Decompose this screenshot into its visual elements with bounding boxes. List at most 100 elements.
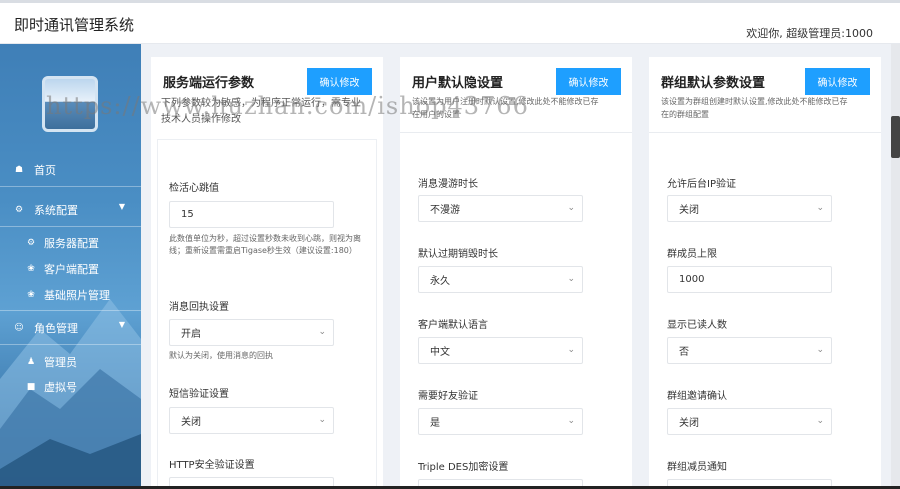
field-label: 检活心跳值 <box>169 183 219 194</box>
field-label: 群组减员通知 <box>667 462 727 473</box>
panel-title: 群组默认参数设置 <box>661 76 766 91</box>
field-label: 客户端默认语言 <box>418 320 488 331</box>
photo-config-icon: ❀ <box>27 290 35 300</box>
sidebar-item-label: 服务器配置 <box>44 237 99 250</box>
member-limit-input[interactable]: 1000 <box>667 266 832 293</box>
select-value: 开启 <box>181 329 201 340</box>
panel-description: 该设置为用户注册时默认设置,修改此处不能修改已存在用户的设置 <box>412 97 599 119</box>
roaming-select[interactable]: 不漫游 ⌄ <box>418 195 583 222</box>
sidebar-item-system-config[interactable]: ⚙ 系统配置 ▼ <box>0 198 141 222</box>
avatar <box>42 76 98 132</box>
heartbeat-input[interactable]: 15 <box>169 201 334 228</box>
gear-icon: ⚙ <box>14 205 24 215</box>
user-role-icon: ☺ <box>14 323 24 333</box>
scrollbar[interactable] <box>891 44 900 489</box>
scrollbar-thumb[interactable] <box>891 116 900 158</box>
select-value: 否 <box>679 347 689 358</box>
chevron-down-icon: ⌄ <box>567 203 575 213</box>
panel-header: 用户默认隐设置 确认修改 该设置为用户注册时默认设置,修改此处不能修改已存在用户… <box>400 57 632 133</box>
user-defaults-panel: 用户默认隐设置 确认修改 该设置为用户注册时默认设置,修改此处不能修改已存在用户… <box>400 57 632 489</box>
top-header: 即时通讯管理系统 欢迎你, 超级管理员:1000 <box>0 0 900 44</box>
sidebar-item-label: 客户端配置 <box>44 263 99 276</box>
caret-down-icon: ▼ <box>118 320 125 329</box>
lock-icon: ■ <box>26 382 36 392</box>
sidebar-item-label: 虚拟号 <box>44 381 77 394</box>
sidebar-item-label: 角色管理 <box>34 322 78 335</box>
read-count-select[interactable]: 否 ⌄ <box>667 337 832 364</box>
chevron-down-icon: ⌄ <box>567 345 575 355</box>
chevron-down-icon: ⌄ <box>318 327 326 337</box>
sidebar-item-admin[interactable]: ♟ 管理员 <box>0 350 141 374</box>
field-hint: 此数值单位为秒，超过设置秒数未收到心跳，则视为离线；重新设置需重启Tigase秒… <box>169 234 361 255</box>
admin-user-icon: ♟ <box>26 357 36 367</box>
server-gears-icon: ⚙ <box>26 238 36 248</box>
receipt-select[interactable]: 开启 ⌄ <box>169 319 334 346</box>
friend-verify-select[interactable]: 是 ⌄ <box>418 408 583 435</box>
sidebar-item-label: 基础照片管理 <box>44 289 110 302</box>
server-params-panel: 服务端运行参数 确认修改 下列参数较为敏感，为程序正常运行，需专业技术人员操作修… <box>151 57 383 489</box>
sidebar-item-label: 管理员 <box>44 356 77 369</box>
input-value: 15 <box>181 209 194 220</box>
sidebar-item-client-config[interactable]: ❀ 客户端配置 <box>0 257 141 281</box>
chevron-down-icon: ⌄ <box>567 274 575 284</box>
divider <box>0 226 141 227</box>
field-label: 消息回执设置 <box>169 302 229 313</box>
field-label: 消息漫游时长 <box>418 179 478 190</box>
field-label: 短信验证设置 <box>169 389 229 400</box>
field-label: 允许后台IP验证 <box>667 179 736 190</box>
ip-verify-select[interactable]: 关闭 ⌄ <box>667 195 832 222</box>
field-label: 需要好友验证 <box>418 391 478 402</box>
welcome-user-text[interactable]: 欢迎你, 超级管理员:1000 <box>746 25 873 41</box>
chevron-down-icon: ⌄ <box>816 345 824 355</box>
expiry-select[interactable]: 永久 ⌄ <box>418 266 583 293</box>
select-value: 关闭 <box>679 205 699 216</box>
language-select[interactable]: 中文 ⌄ <box>418 337 583 364</box>
panel-header: 服务端运行参数 确认修改 下列参数较为敏感，为程序正常运行，需专业技术人员操作修… <box>151 57 383 139</box>
select-value: 永久 <box>430 276 450 287</box>
divider <box>0 344 141 345</box>
chevron-down-icon: ⌄ <box>816 203 824 213</box>
chevron-down-icon: ⌄ <box>318 415 326 425</box>
select-value: 不漫游 <box>430 205 460 216</box>
field-label: 群成员上限 <box>667 249 717 260</box>
sidebar-item-label: 首页 <box>34 164 56 177</box>
confirm-button[interactable]: 确认修改 <box>307 68 372 95</box>
caret-down-icon: ▼ <box>118 202 125 211</box>
panel-header: 群组默认参数设置 确认修改 该设置为群组创建时默认设置,修改此处不能修改已存在的… <box>649 57 881 133</box>
sidebar-item-server-config[interactable]: ⚙ 服务器配置 <box>0 231 141 255</box>
home-icon: ☗ <box>14 165 24 175</box>
select-value: 中文 <box>430 347 450 358</box>
field-hint: 默认为关闭，使用消息的回执 <box>169 351 273 360</box>
confirm-button[interactable]: 确认修改 <box>556 68 621 95</box>
select-value: 是 <box>430 418 440 429</box>
field-label: 显示已读人数 <box>667 320 727 331</box>
sidebar-item-virtual-number[interactable]: ■ 虚拟号 <box>0 375 141 399</box>
confirm-button[interactable]: 确认修改 <box>805 68 870 95</box>
invite-confirm-select[interactable]: 关闭 ⌄ <box>667 408 832 435</box>
input-value: 1000 <box>679 274 705 285</box>
divider <box>0 310 141 311</box>
divider <box>0 186 141 187</box>
panel-title: 服务端运行参数 <box>163 76 255 91</box>
sms-verify-select[interactable]: 关闭 ⌄ <box>169 407 334 434</box>
sidebar-item-home[interactable]: ☗ 首页 <box>0 158 141 182</box>
panel-description: 下列参数较为敏感，为程序正常运行，需专业技术人员操作修改 <box>161 98 361 125</box>
panel-title: 用户默认隐设置 <box>412 76 504 91</box>
select-value: 关闭 <box>679 418 699 429</box>
sidebar-item-photo-management[interactable]: ❀ 基础照片管理 <box>0 283 141 307</box>
app-title: 即时通讯管理系统 <box>14 16 135 34</box>
field-label: Triple DES加密设置 <box>418 462 509 473</box>
field-label: HTTP安全验证设置 <box>169 460 255 471</box>
chevron-down-icon: ⌄ <box>816 416 824 426</box>
sidebar-item-label: 系统配置 <box>34 204 78 217</box>
sidebar-item-role-management[interactable]: ☺ 角色管理 ▼ <box>0 316 141 340</box>
sidebar: ☗ 首页 ⚙ 系统配置 ▼ ⚙ 服务器配置 ❀ 客户端配置 ❀ 基础照片管理 ☺… <box>0 44 141 489</box>
field-label: 默认过期销毁时长 <box>418 249 498 260</box>
client-config-icon: ❀ <box>27 264 35 274</box>
group-defaults-panel: 群组默认参数设置 确认修改 该设置为群组创建时默认设置,修改此处不能修改已存在的… <box>649 57 881 489</box>
select-value: 关闭 <box>181 417 201 428</box>
field-label: 群组邀请确认 <box>667 391 727 402</box>
form-card: 检活心跳值 15 此数值单位为秒，超过设置秒数未收到心跳，则视为离线；重新设置需… <box>157 139 377 489</box>
chevron-down-icon: ⌄ <box>567 416 575 426</box>
panel-description: 该设置为群组创建时默认设置,修改此处不能修改已存在的群组配置 <box>661 97 848 119</box>
